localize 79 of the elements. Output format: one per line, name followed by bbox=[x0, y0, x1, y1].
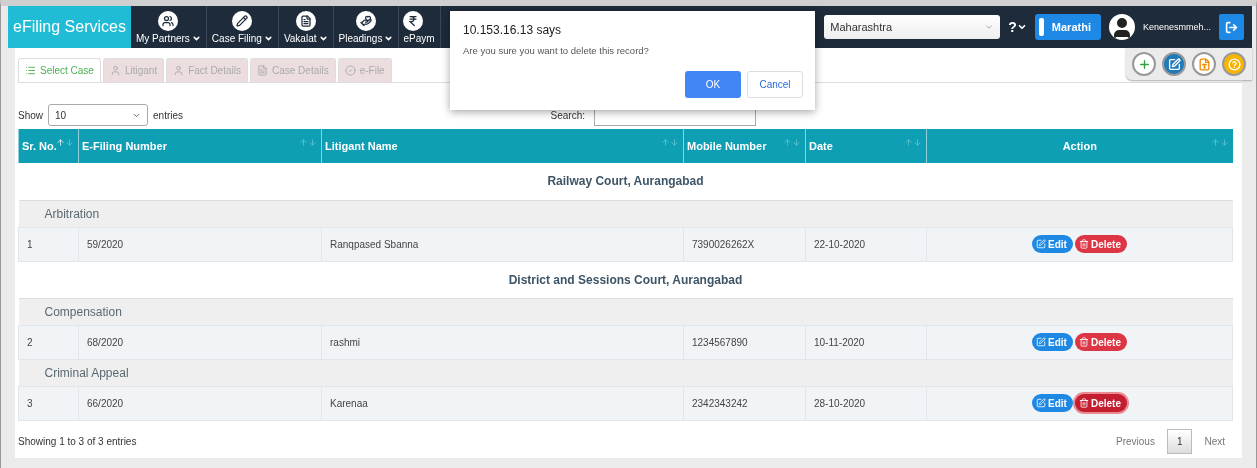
document-icon bbox=[1197, 57, 1211, 71]
category-heading: Compensation bbox=[18, 298, 1233, 325]
user-icon bbox=[109, 65, 121, 76]
table-cell: 68/2020 bbox=[78, 325, 322, 359]
dialog-message: Are you sure you want to delete this record? bbox=[463, 45, 650, 56]
page-button[interactable]: 1 bbox=[1166, 428, 1193, 454]
add-button[interactable] bbox=[1132, 52, 1156, 76]
dialog-title: 10.153.16.13 says bbox=[463, 23, 563, 37]
court-heading: Railway Court, Aurangabad bbox=[18, 163, 1233, 200]
logout-button[interactable] bbox=[1219, 14, 1244, 40]
document-icon bbox=[256, 65, 268, 76]
plus-icon bbox=[1137, 57, 1151, 71]
tab[interactable]: Select Case bbox=[18, 58, 101, 82]
search-label: Search: bbox=[550, 109, 585, 121]
avatar-icon bbox=[1108, 14, 1135, 40]
entries-select[interactable]: 10 bbox=[48, 104, 148, 126]
delete-button[interactable]: Delete bbox=[1074, 235, 1127, 253]
edit-button[interactable]: Edit bbox=[1032, 394, 1073, 412]
table-info: Showing 1 to 3 of 3 entries bbox=[18, 435, 137, 447]
table-cell: Karenaa bbox=[321, 386, 684, 420]
entries-label: entries bbox=[153, 109, 184, 121]
ok-button[interactable]: OK bbox=[685, 71, 741, 98]
state-select[interactable]: Maharashtra bbox=[824, 15, 1001, 39]
document-icon bbox=[295, 10, 316, 31]
table-cell: 10-11-2020 bbox=[805, 325, 927, 359]
user-icon bbox=[173, 65, 185, 76]
caret-icon bbox=[984, 22, 995, 32]
edit-icon bbox=[1036, 337, 1047, 347]
previous-button[interactable]: Previous bbox=[1107, 429, 1163, 453]
edit-icon bbox=[1036, 239, 1047, 249]
table-cell: 22-10-2020 bbox=[805, 227, 927, 261]
table-cell: 66/2020 bbox=[78, 386, 322, 420]
table-cell: 3 bbox=[18, 386, 79, 420]
caret-icon bbox=[1016, 22, 1027, 32]
pdf-button[interactable] bbox=[1192, 52, 1216, 76]
logout-icon bbox=[1225, 20, 1238, 34]
edit-button[interactable]: Edit bbox=[1032, 235, 1073, 253]
brand-title: eFiling Services bbox=[8, 6, 131, 48]
delete-button[interactable]: Delete bbox=[1074, 394, 1127, 412]
people-icon bbox=[158, 10, 179, 31]
help-button[interactable] bbox=[1222, 52, 1246, 76]
column-header[interactable]: Litigant Name bbox=[321, 129, 684, 163]
table-cell: 1 bbox=[18, 227, 79, 261]
table-cell: 1234567890 bbox=[683, 325, 806, 359]
table-cell: 2 bbox=[18, 325, 79, 359]
rupee-icon bbox=[403, 10, 424, 31]
court-heading: District and Sessions Court, Aurangabad bbox=[18, 261, 1233, 298]
language-button[interactable]: Marathi bbox=[1034, 14, 1101, 40]
trash-icon bbox=[1078, 239, 1089, 249]
table-cell: Ranqpased Sbanna bbox=[321, 227, 684, 261]
category-heading: Arbitration bbox=[18, 200, 1233, 227]
column-header[interactable]: E-Filing Number bbox=[78, 129, 322, 163]
check-circle-icon bbox=[344, 65, 356, 76]
pencil-icon bbox=[232, 10, 253, 31]
user-name: Kenenesmmeh... bbox=[1142, 22, 1211, 32]
show-label: Show bbox=[18, 109, 43, 121]
edit-icon bbox=[1036, 398, 1047, 408]
column-header[interactable]: Mobile Number bbox=[683, 129, 806, 163]
column-header[interactable]: Sr. No. bbox=[18, 129, 79, 163]
help-icon bbox=[1227, 57, 1241, 71]
cancel-button[interactable]: Cancel bbox=[747, 71, 803, 98]
table-cell: rashmi bbox=[321, 325, 684, 359]
table-cell: 28-10-2020 bbox=[805, 386, 927, 420]
edit-button[interactable]: Edit bbox=[1032, 333, 1073, 351]
table-cell: 2342343242 bbox=[683, 386, 806, 420]
trash-icon bbox=[1078, 337, 1089, 347]
edit-icon bbox=[1167, 57, 1181, 71]
trash-icon bbox=[1078, 398, 1089, 408]
column-header[interactable]: Action bbox=[926, 129, 1233, 163]
edit-button[interactable] bbox=[1162, 52, 1186, 76]
category-heading: Criminal Appeal bbox=[18, 359, 1233, 386]
help-menu[interactable]: ? bbox=[1008, 19, 1027, 35]
delete-button[interactable]: Delete bbox=[1074, 333, 1127, 351]
table-cell: 7390026262X bbox=[683, 227, 806, 261]
column-header[interactable]: Date bbox=[805, 129, 927, 163]
hands-icon bbox=[355, 10, 376, 31]
list-icon bbox=[25, 65, 36, 76]
next-button[interactable]: Next bbox=[1196, 429, 1233, 453]
table-cell: 59/2020 bbox=[78, 227, 322, 261]
